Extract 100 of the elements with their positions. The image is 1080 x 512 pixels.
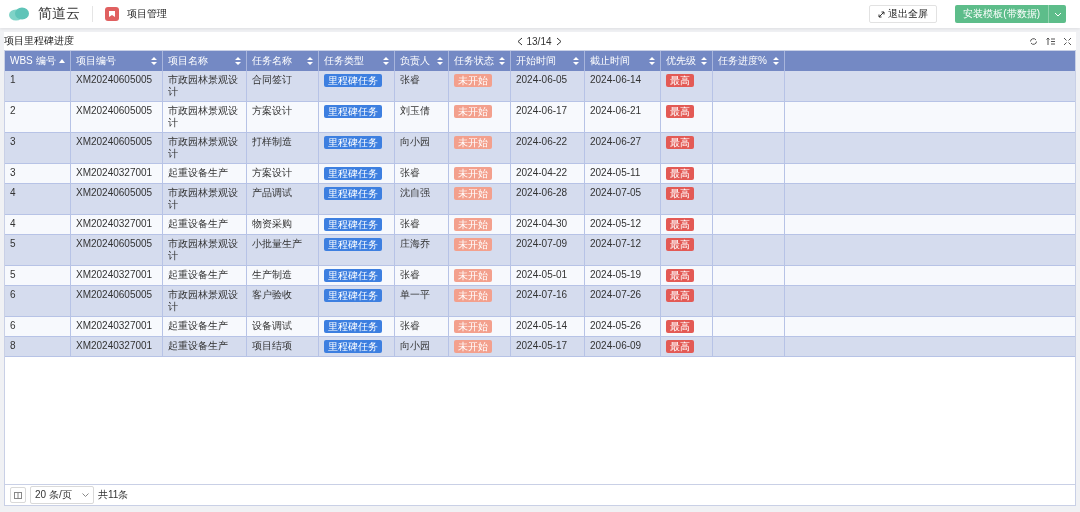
- task-type-tag: 里程碑任务: [324, 218, 382, 231]
- table-cell: 2024-05-12: [585, 215, 661, 234]
- priority-tag: 最高: [666, 187, 694, 200]
- table-cell: 起重设备生产: [163, 164, 247, 183]
- table-cell: 2024-07-16: [511, 286, 585, 316]
- brand-name: 简道云: [38, 5, 80, 23]
- columns-icon: [14, 491, 22, 499]
- table-cell: 2024-07-12: [585, 235, 661, 265]
- table-cell: 打样制造: [247, 133, 319, 163]
- table-cell: 市政园林景观设计: [163, 286, 247, 316]
- task-type-tag: 里程碑任务: [324, 238, 382, 251]
- app-icon: [105, 7, 119, 21]
- sort-icon[interactable]: [307, 57, 313, 65]
- table-cell: 方案设计: [247, 102, 319, 132]
- sort-icon[interactable]: [499, 57, 505, 65]
- table-cell: 单一平: [395, 286, 449, 316]
- sort-icon[interactable]: [773, 57, 779, 65]
- sort-lines-icon[interactable]: [1046, 36, 1055, 46]
- table-cell: 2024-05-17: [511, 337, 585, 356]
- table-cell: 2024-05-14: [511, 317, 585, 336]
- table-cell: 张睿: [395, 215, 449, 234]
- task-type-tag: 里程碑任务: [324, 167, 382, 180]
- dropdown-button[interactable]: [1048, 5, 1066, 23]
- exit-fullscreen-button[interactable]: 退出全屏: [869, 5, 938, 23]
- table-cell: XM20240605005: [71, 184, 163, 214]
- priority-tag: 最高: [666, 218, 694, 231]
- table-cell: 2024-07-09: [511, 235, 585, 265]
- table-cell: 庄海乔: [395, 235, 449, 265]
- table-cell: 向小园: [395, 337, 449, 356]
- status-tag: 未开始: [454, 187, 492, 200]
- table-cell: 2024-06-14: [585, 71, 661, 101]
- table-cell: 2024-07-05: [585, 184, 661, 214]
- priority-tag: 最高: [666, 238, 694, 251]
- status-tag: 未开始: [454, 218, 492, 231]
- refresh-icon[interactable]: [1029, 36, 1038, 46]
- table-cell: 6: [5, 286, 71, 316]
- table-cell: 3: [5, 133, 71, 163]
- sort-icon[interactable]: [649, 57, 655, 65]
- sort-icon[interactable]: [235, 57, 241, 65]
- status-tag: 未开始: [454, 105, 492, 118]
- table-cell: 2024-06-28: [511, 184, 585, 214]
- table-cell: 2024-06-22: [511, 133, 585, 163]
- sort-ascending-icon[interactable]: [59, 59, 65, 63]
- expand-icon[interactable]: [1063, 36, 1072, 46]
- table-cell: XM20240327001: [71, 266, 163, 285]
- task-type-tag: 里程碑任务: [324, 187, 382, 200]
- status-tag: 未开始: [454, 167, 492, 180]
- table-cell: 项目结项: [247, 337, 319, 356]
- table-cell: 张睿: [395, 164, 449, 183]
- table-cell: 2024-06-09: [585, 337, 661, 356]
- columns-button[interactable]: [10, 487, 26, 503]
- sort-icon[interactable]: [151, 57, 157, 65]
- status-tag: 未开始: [454, 136, 492, 149]
- install-template-button[interactable]: 安装模板(带数据): [955, 5, 1048, 23]
- table-cell: 合同签订: [247, 71, 319, 101]
- next-page-button[interactable]: [555, 36, 562, 46]
- table-cell: 刘玉倩: [395, 102, 449, 132]
- table-cell: XM20240605005: [71, 71, 163, 101]
- table-cell: 2: [5, 102, 71, 132]
- priority-tag: 最高: [666, 167, 694, 180]
- table-cell: 沈自强: [395, 184, 449, 214]
- table-cell: 起重设备生产: [163, 337, 247, 356]
- priority-tag: 最高: [666, 136, 694, 149]
- task-type-tag: 里程碑任务: [324, 136, 382, 149]
- table-cell: 6: [5, 317, 71, 336]
- table-cell: 2024-06-17: [511, 102, 585, 132]
- status-tag: 未开始: [454, 74, 492, 87]
- table-cell: 2024-05-11: [585, 164, 661, 183]
- task-type-tag: 里程碑任务: [324, 289, 382, 302]
- sort-icon[interactable]: [573, 57, 579, 65]
- table-cell: 小批量生产: [247, 235, 319, 265]
- previous-page-button[interactable]: [516, 36, 523, 46]
- table-cell: 8: [5, 337, 71, 356]
- table-cell: 1: [5, 71, 71, 101]
- table-cell: 市政园林景观设计: [163, 235, 247, 265]
- table-cell: 2024-04-30: [511, 215, 585, 234]
- table-cell: 2024-07-26: [585, 286, 661, 316]
- sort-icon[interactable]: [701, 57, 707, 65]
- table-cell: 2024-05-26: [585, 317, 661, 336]
- app-name: 项目管理: [127, 7, 167, 21]
- sort-icon[interactable]: [437, 57, 443, 65]
- task-type-tag: 里程碑任务: [324, 74, 382, 87]
- table-cell: 市政园林景观设计: [163, 133, 247, 163]
- table-cell: XM20240327001: [71, 337, 163, 356]
- task-type-tag: 里程碑任务: [324, 320, 382, 333]
- status-tag: 未开始: [454, 238, 492, 251]
- table-cell: 张睿: [395, 317, 449, 336]
- table-cell: 方案设计: [247, 164, 319, 183]
- task-type-tag: 里程碑任务: [324, 340, 382, 353]
- table-cell: 生产制造: [247, 266, 319, 285]
- priority-tag: 最高: [666, 269, 694, 282]
- table-cell: 2024-06-05: [511, 71, 585, 101]
- table-cell: 2024-06-21: [585, 102, 661, 132]
- table-cell: XM20240605005: [71, 133, 163, 163]
- table-cell: XM20240605005: [71, 102, 163, 132]
- sort-icon[interactable]: [383, 57, 389, 65]
- page-size-select[interactable]: 20 条/页: [30, 486, 94, 504]
- status-tag: 未开始: [454, 289, 492, 302]
- table-cell: 张睿: [395, 71, 449, 101]
- table-cell: 4: [5, 184, 71, 214]
